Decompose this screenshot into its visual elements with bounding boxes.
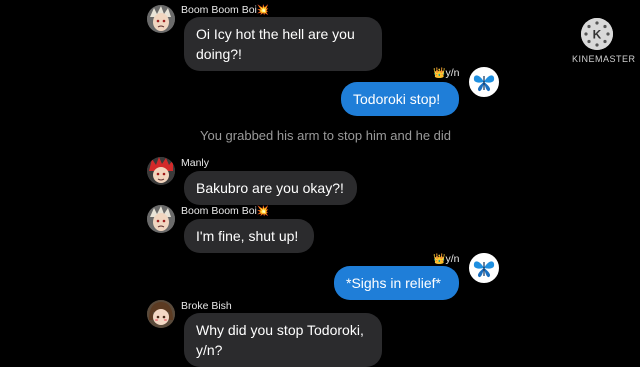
- message-bubble: Todoroki stop!: [341, 82, 459, 116]
- message-bubble: *Sighs in relief*: [334, 266, 459, 300]
- sender-name: 👑y/n: [433, 253, 460, 265]
- narration-text: You grabbed his arm to stop him and he d…: [200, 128, 452, 143]
- message-bubble: Bakubro are you okay?!: [184, 171, 357, 205]
- uraraka-avatar: [147, 300, 175, 328]
- sender-name: Boom Boom Boi💥: [181, 205, 270, 217]
- butterfly-avatar: [469, 253, 499, 283]
- message-bubble: Oi Icy hot the hell are you doing?!: [184, 17, 382, 71]
- sender-name: Manly: [181, 157, 210, 169]
- message-bubble: Why did you stop Todoroki, y/n?: [184, 313, 382, 367]
- kinemaster-text: KINEMASTER: [572, 54, 636, 64]
- message-bubble: I'm fine, shut up!: [184, 219, 314, 253]
- svg-text:K: K: [593, 28, 602, 42]
- bakugo-avatar: [147, 5, 175, 33]
- sender-name: Boom Boom Boi💥: [181, 4, 270, 16]
- butterfly-avatar: [469, 67, 499, 97]
- kirishima-avatar: [147, 157, 175, 185]
- bakugo-avatar: [147, 205, 175, 233]
- kinemaster-watermark: K KINEMASTER: [572, 18, 636, 64]
- kinemaster-logo-icon: K: [581, 18, 613, 50]
- sender-name: Broke Bish: [181, 300, 232, 312]
- sender-name: 👑y/n: [433, 67, 460, 79]
